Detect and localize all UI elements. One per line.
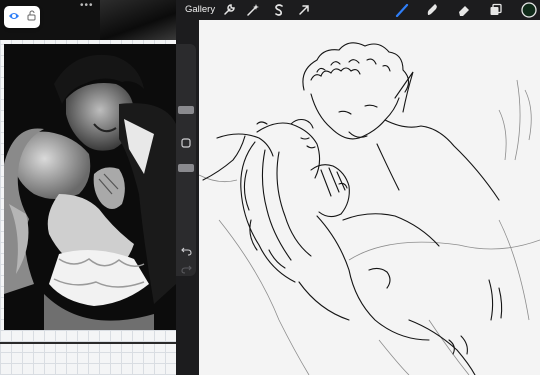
brush-opacity-slider[interactable]: [178, 164, 194, 172]
smudge-icon[interactable]: [425, 3, 439, 17]
gallery-button[interactable]: Gallery: [185, 4, 215, 15]
wrench-icon[interactable]: [222, 3, 236, 17]
eye-icon[interactable]: [8, 8, 20, 26]
reference-grabber-handle[interactable]: •••: [80, 1, 94, 11]
selection-s-icon[interactable]: [272, 3, 286, 17]
brush-icon[interactable]: [395, 3, 409, 18]
color-swatch-button[interactable]: [521, 2, 537, 18]
transform-arrow-icon[interactable]: [297, 3, 311, 17]
eraser-icon[interactable]: [457, 3, 471, 17]
brush-sidebar: [176, 44, 196, 276]
magic-wand-icon[interactable]: [246, 3, 260, 17]
layers-icon[interactable]: [489, 3, 503, 17]
square-modify-icon[interactable]: [180, 138, 192, 150]
undo-icon[interactable]: [180, 246, 192, 258]
reference-panel: •••: [0, 0, 176, 375]
brush-size-slider[interactable]: [178, 106, 194, 114]
reference-toolbar: [4, 6, 40, 28]
lock-open-icon[interactable]: [27, 8, 37, 26]
drawing-canvas[interactable]: [199, 20, 540, 375]
redo-icon[interactable]: [180, 264, 192, 276]
reference-photo: [4, 44, 176, 330]
